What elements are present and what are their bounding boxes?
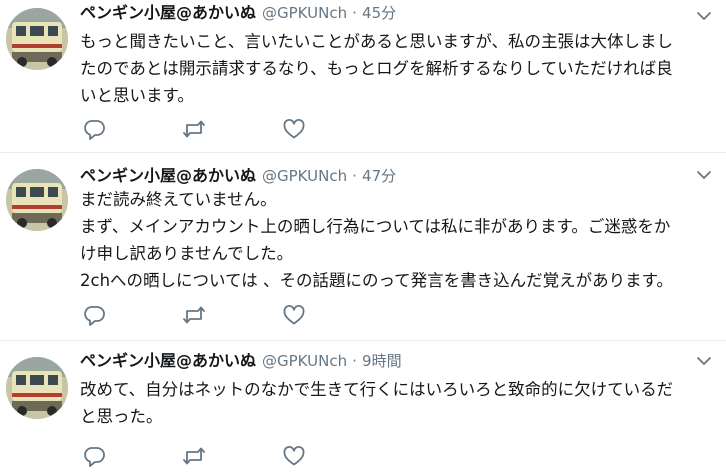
display-name[interactable]: ペンギン小屋@あかいぬ (80, 166, 256, 185)
separator-dot: · (352, 352, 357, 370)
tweet-text-line: 2chへの晒しについては 、その話題にのって発言を書き込んだ覚えがあります。 (80, 271, 673, 290)
heart-icon[interactable] (282, 304, 306, 326)
tweet-text-line: と思った。 (80, 407, 163, 426)
avatar[interactable] (6, 8, 68, 70)
timestamp[interactable]: 45分 (362, 4, 396, 22)
separator-dot: · (352, 4, 357, 22)
chevron-down-icon[interactable] (696, 353, 712, 367)
reply-icon[interactable] (82, 304, 106, 326)
tweet[interactable]: ペンギン小屋@あかいぬ @GPKUNch · 47分 まだ読み終えていません。 ま… (0, 153, 726, 341)
tweet-text-line: たのであとは開示請求するなり、もっとログを解析するなりしていただければ良 (80, 59, 673, 78)
tweet-text: まだ読み終えていません。 まず、メインアカウント上の晒し行為については私に非があ… (80, 186, 712, 294)
user-handle[interactable]: @GPKUNch (262, 167, 347, 185)
display-name[interactable]: ペンギン小屋@あかいぬ (80, 3, 256, 22)
tweet-actions (82, 304, 312, 326)
tweet-header: ペンギン小屋@あかいぬ @GPKUNch · 9時間 (80, 350, 402, 372)
chevron-down-icon[interactable] (696, 8, 712, 22)
avatar[interactable] (6, 357, 68, 419)
tweet-text-line: まだ読み終えていません。 (80, 190, 277, 209)
user-handle[interactable]: @GPKUNch (262, 352, 347, 370)
timestamp[interactable]: 9時間 (362, 352, 402, 370)
display-name[interactable]: ペンギン小屋@あかいぬ (80, 351, 256, 370)
tweet-header: ペンギン小屋@あかいぬ @GPKUNch · 47分 (80, 165, 396, 187)
separator-dot: · (352, 167, 357, 185)
tweet[interactable]: ペンギン小屋@あかいぬ @GPKUNch · 9時間 改めて、自分はネットのなかで… (0, 341, 726, 472)
tweet[interactable]: ペンギン小屋@あかいぬ @GPKUNch · 45分 もっと聞きたいこと、言いたい… (0, 0, 726, 153)
tweet-text: もっと聞きたいこと、言いたいことがあると思いますが、私の主張は大体しまし たので… (80, 28, 712, 109)
avatar[interactable] (6, 169, 68, 231)
tweet-actions (82, 118, 312, 140)
tweet-feed: ペンギン小屋@あかいぬ @GPKUNch · 45分 もっと聞きたいこと、言いたい… (0, 0, 726, 472)
retweet-icon[interactable] (182, 304, 206, 326)
retweet-icon[interactable] (182, 445, 206, 467)
chevron-down-icon[interactable] (696, 167, 712, 181)
retweet-icon[interactable] (182, 118, 206, 140)
tweet-text-line: いと思います。 (80, 86, 194, 105)
reply-icon[interactable] (82, 445, 106, 467)
tweet-text: 改めて、自分はネットのなかで生きて行くにはいろいろと致命的に欠けているだ と思っ… (80, 376, 712, 430)
tweet-actions (82, 445, 312, 467)
user-handle[interactable]: @GPKUNch (262, 4, 347, 22)
heart-icon[interactable] (282, 118, 306, 140)
tweet-text-line: 改めて、自分はネットのなかで生きて行くにはいろいろと致命的に欠けているだ (80, 380, 674, 399)
tweet-header: ペンギン小屋@あかいぬ @GPKUNch · 45分 (80, 2, 396, 24)
heart-icon[interactable] (282, 445, 306, 467)
reply-icon[interactable] (82, 118, 106, 140)
tweet-text-line: まず、メインアカウント上の晒し行為については私に非があります。ご迷惑をか (80, 217, 671, 236)
tweet-text-line: け申し訳ありませんでした。 (80, 244, 294, 263)
timestamp[interactable]: 47分 (362, 167, 396, 185)
tweet-text-line: もっと聞きたいこと、言いたいことがあると思いますが、私の主張は大体しまし (80, 32, 674, 51)
